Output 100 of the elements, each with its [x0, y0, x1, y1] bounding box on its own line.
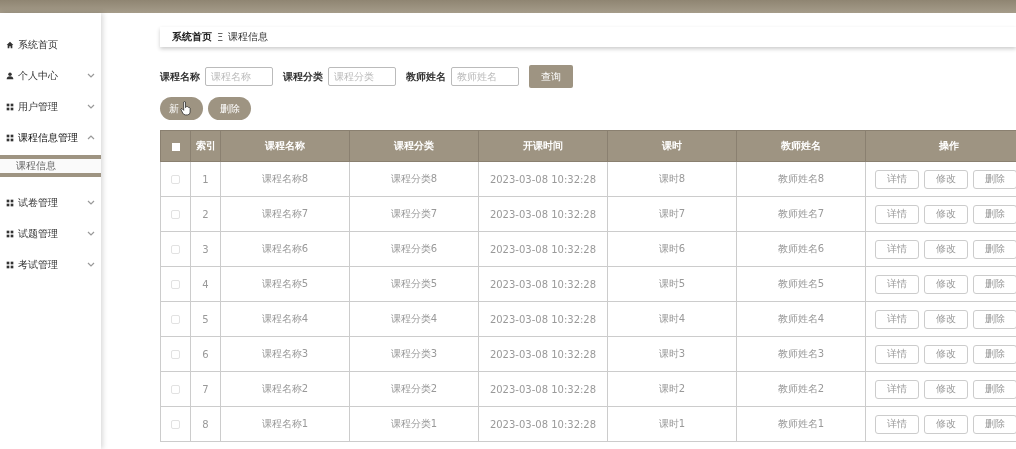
table-cell: 课程名称1	[220, 406, 350, 442]
table-cell: 教师姓名2	[736, 371, 866, 407]
table-cell: 课程分类4	[349, 301, 479, 337]
table-cell: 教师姓名5	[736, 266, 866, 302]
breadcrumb-separator: Ξ	[217, 31, 224, 43]
select-all-checkbox[interactable]	[171, 142, 180, 151]
delete-button[interactable]: 删除	[973, 274, 1016, 294]
table-cell: 3	[190, 231, 221, 267]
delete-button[interactable]: 删除	[973, 204, 1016, 224]
table-cell: 教师姓名4	[736, 301, 866, 337]
row-checkbox[interactable]	[171, 385, 180, 394]
sidebar-item[interactable]: 课程信息管理	[0, 122, 101, 153]
search-button[interactable]: 查询	[529, 65, 573, 88]
column-header: 教师姓名	[736, 130, 866, 162]
details-button[interactable]: 详情	[875, 414, 919, 434]
table-cell: 1	[190, 161, 221, 197]
table-cell: 课程分类8	[349, 161, 479, 197]
table-cell: 课程分类3	[349, 336, 479, 372]
sidebar-item[interactable]: 试题管理	[0, 218, 101, 249]
row-checkbox[interactable]	[171, 350, 180, 359]
table-cell: 课程名称3	[220, 336, 350, 372]
delete-button[interactable]: 删除	[973, 309, 1016, 329]
sidebar-item[interactable]: 考试管理	[0, 249, 101, 280]
field-label: 教师姓名	[406, 69, 446, 84]
table-cell: 2023-03-08 10:32:28	[478, 371, 608, 407]
table-cell: 2023-03-08 10:32:28	[478, 161, 608, 197]
table-cell: 课程分类7	[349, 196, 479, 232]
table-cell: 教师姓名8	[736, 161, 866, 197]
edit-button[interactable]: 修改	[924, 379, 968, 399]
row-checkbox[interactable]	[171, 420, 180, 429]
edit-button[interactable]: 修改	[924, 274, 968, 294]
details-button[interactable]: 详情	[875, 274, 919, 294]
table-cell: 8	[190, 406, 221, 442]
hand-cursor-icon	[180, 101, 191, 116]
table-cell: 教师姓名6	[736, 231, 866, 267]
edit-button[interactable]: 修改	[924, 414, 968, 434]
column-header: 操作	[865, 130, 1016, 162]
delete-button[interactable]: 删除	[973, 379, 1016, 399]
sidebar-item[interactable]: 个人中心	[0, 60, 101, 91]
breadcrumb-item[interactable]: 系统首页	[172, 30, 212, 44]
details-button[interactable]: 详情	[875, 379, 919, 399]
row-checkbox[interactable]	[171, 210, 180, 219]
delete-button[interactable]: 删除	[973, 414, 1016, 434]
sidebar-item[interactable]: 试卷管理	[0, 187, 101, 218]
table-cell: 课程名称6	[220, 231, 350, 267]
table-cell: 课时3	[607, 336, 737, 372]
sidebar-item[interactable]: 系统首页	[0, 29, 101, 60]
table-cell: 课程分类1	[349, 406, 479, 442]
row-checkbox[interactable]	[171, 315, 180, 324]
row-checkbox[interactable]	[171, 280, 180, 289]
details-button[interactable]: 详情	[875, 239, 919, 259]
grid-icon	[6, 260, 14, 269]
table-cell: 课程分类2	[349, 371, 479, 407]
edit-button[interactable]: 修改	[924, 169, 968, 189]
edit-button[interactable]: 修改	[924, 309, 968, 329]
delete-button[interactable]: 删除	[973, 169, 1016, 189]
table-cell: 教师姓名7	[736, 196, 866, 232]
sidebar-subitem[interactable]: 课程信息	[0, 155, 101, 177]
details-button[interactable]: 详情	[875, 204, 919, 224]
table-cell: 课时5	[607, 266, 737, 302]
delete-button[interactable]: 删除	[973, 344, 1016, 364]
grid-icon	[6, 198, 14, 207]
grid-icon	[6, 102, 14, 111]
edit-button[interactable]: 修改	[924, 344, 968, 364]
column-header: 课时	[607, 130, 737, 162]
edit-button[interactable]: 修改	[924, 204, 968, 224]
details-button[interactable]: 详情	[875, 169, 919, 189]
table-cell: 2023-03-08 10:32:28	[478, 336, 608, 372]
table-cell: 课时8	[607, 161, 737, 197]
table-cell: 课程分类6	[349, 231, 479, 267]
table-cell: 课程名称5	[220, 266, 350, 302]
table-cell: 2023-03-08 10:32:28	[478, 266, 608, 302]
table-cell: 2	[190, 196, 221, 232]
home-icon	[6, 40, 14, 49]
sidebar-item[interactable]: 用户管理	[0, 91, 101, 122]
add-button[interactable]: 新	[160, 97, 203, 120]
search-field[interactable]: 教师姓名	[451, 67, 519, 86]
details-button[interactable]: 详情	[875, 309, 919, 329]
person-icon	[6, 71, 14, 80]
table-cell: 4	[190, 266, 221, 302]
table-cell: 课时7	[607, 196, 737, 232]
details-button[interactable]: 详情	[875, 344, 919, 364]
delete-button[interactable]: 删除	[208, 97, 251, 120]
column-header: 课程分类	[349, 130, 479, 162]
table-cell: 7	[190, 371, 221, 407]
table-cell: 2023-03-08 10:32:28	[478, 301, 608, 337]
delete-button[interactable]: 删除	[973, 239, 1016, 259]
table-cell: 2023-03-08 10:32:28	[478, 406, 608, 442]
table-cell: 课时6	[607, 231, 737, 267]
table-cell: 教师姓名1	[736, 406, 866, 442]
row-checkbox[interactable]	[171, 175, 180, 184]
table-cell: 课程名称8	[220, 161, 350, 197]
row-checkbox[interactable]	[171, 245, 180, 254]
grid-icon	[6, 133, 14, 142]
table-cell: 课程名称7	[220, 196, 350, 232]
edit-button[interactable]: 修改	[924, 239, 968, 259]
column-header: 索引	[190, 130, 221, 162]
field-label: 课程分类	[283, 69, 323, 84]
search-field[interactable]: 课程名称	[205, 67, 273, 86]
breadcrumb-item: 课程信息	[228, 30, 269, 44]
